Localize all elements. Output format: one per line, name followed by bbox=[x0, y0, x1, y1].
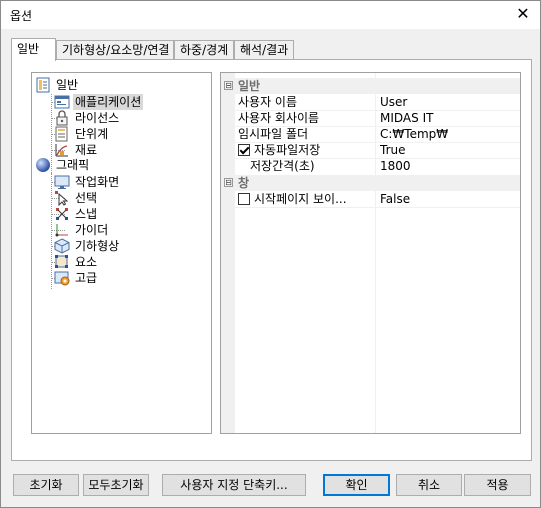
property-row-temp-folder[interactable]: 임시파일 폴더 C:₩Temp₩ bbox=[221, 126, 520, 142]
reset-button[interactable]: 초기화 bbox=[13, 474, 79, 496]
tree-item-general[interactable]: 일반 bbox=[35, 77, 80, 93]
property-row-autosave[interactable]: 자동파일저장 True bbox=[221, 142, 520, 158]
property-row-save-interval[interactable]: 저장간격(초) 1800 bbox=[221, 158, 520, 174]
property-value[interactable]: False bbox=[380, 191, 410, 207]
property-name: 임시파일 폴더 bbox=[238, 127, 309, 141]
tree-item-advanced[interactable]: 고급 bbox=[54, 270, 99, 286]
tree-item-application[interactable]: 애플리케이션 bbox=[54, 94, 144, 110]
property-name: 자동파일저장 bbox=[254, 143, 321, 157]
tree-item-geometry[interactable]: 기하형상 bbox=[54, 238, 121, 254]
tree-item-element[interactable]: 요소 bbox=[54, 254, 99, 270]
ok-button[interactable]: 확인 bbox=[323, 474, 390, 496]
options-dialog: 옵션 ✕ 일반 기하형상/요소망/연결 하중/경계 해석/결과 일반 애플리케이… bbox=[0, 0, 541, 508]
snap-icon bbox=[54, 206, 70, 222]
material-icon bbox=[54, 142, 70, 158]
element-icon bbox=[54, 254, 70, 270]
tree-item-guide[interactable]: 가이더 bbox=[54, 222, 110, 238]
tab-geometry-mesh-connection[interactable]: 기하형상/요소망/연결 bbox=[56, 40, 174, 60]
guide-icon bbox=[54, 222, 70, 238]
application-icon bbox=[54, 94, 70, 110]
close-button[interactable]: ✕ bbox=[506, 1, 540, 29]
cube-icon bbox=[54, 238, 70, 254]
lock-icon bbox=[54, 110, 70, 126]
property-name: 시작페이지 보이... bbox=[254, 192, 347, 206]
tree-item-material[interactable]: 재료 bbox=[54, 142, 99, 158]
tab-panel-general: 일반 애플리케이션 라이선스 단위계 재료 그래픽 작업화면 선택 스냅 가이더… bbox=[11, 59, 532, 461]
apply-button[interactable]: 적용 bbox=[464, 474, 531, 496]
property-name: 저장간격(초) bbox=[250, 159, 315, 173]
cursor-icon bbox=[54, 190, 70, 207]
tab-analysis-result[interactable]: 해석/결과 bbox=[234, 40, 294, 60]
document-icon bbox=[35, 77, 51, 93]
tree-item-snap[interactable]: 스냅 bbox=[54, 206, 99, 222]
title-bar: 옵션 ✕ bbox=[1, 1, 540, 29]
property-row-user-name[interactable]: 사용자 이름 User bbox=[221, 94, 520, 110]
property-value[interactable]: True bbox=[380, 142, 406, 158]
property-value[interactable]: User bbox=[380, 94, 407, 110]
property-value[interactable]: MIDAS IT bbox=[380, 110, 433, 126]
collapse-icon[interactable]: ⊟ bbox=[224, 178, 233, 187]
advanced-icon bbox=[54, 270, 70, 286]
tree-item-workspace[interactable]: 작업화면 bbox=[54, 174, 121, 190]
cancel-button[interactable]: 취소 bbox=[396, 474, 462, 496]
sphere-icon bbox=[35, 157, 51, 173]
property-value[interactable]: 1800 bbox=[380, 158, 411, 174]
property-grid[interactable]: ⊟ 일반 사용자 이름 User 사용자 회사이름 MIDAS IT 임시파일 … bbox=[220, 72, 521, 434]
property-name: 사용자 이름 bbox=[238, 95, 298, 109]
tree-item-units[interactable]: 단위계 bbox=[54, 126, 110, 142]
monitor-icon bbox=[54, 174, 70, 190]
property-row-show-start-page[interactable]: 시작페이지 보이... False bbox=[221, 191, 520, 207]
custom-shortcuts-button[interactable]: 사용자 지정 단축키... bbox=[162, 474, 306, 496]
close-icon: ✕ bbox=[516, 4, 530, 23]
tree-item-graphics[interactable]: 그래픽 bbox=[35, 157, 91, 173]
tree-item-license[interactable]: 라이선스 bbox=[54, 110, 121, 126]
show-start-page-checkbox[interactable] bbox=[238, 193, 250, 205]
collapse-icon[interactable]: ⊟ bbox=[224, 81, 233, 90]
units-icon bbox=[54, 126, 70, 142]
tab-load-boundary[interactable]: 하중/경계 bbox=[174, 40, 234, 60]
window-title: 옵션 bbox=[10, 9, 33, 23]
property-value[interactable]: C:₩Temp₩ bbox=[380, 126, 448, 142]
autosave-checkbox[interactable] bbox=[238, 144, 250, 156]
tree-item-selection[interactable]: 선택 bbox=[54, 190, 99, 207]
tab-general[interactable]: 일반 bbox=[11, 38, 56, 61]
category-window[interactable]: ⊟ 창 bbox=[221, 175, 520, 191]
property-name: 사용자 회사이름 bbox=[238, 111, 320, 125]
category-tree[interactable]: 일반 애플리케이션 라이선스 단위계 재료 그래픽 작업화면 선택 스냅 가이더… bbox=[31, 72, 212, 434]
reset-all-button[interactable]: 모두초기화 bbox=[83, 474, 149, 496]
property-row-company-name[interactable]: 사용자 회사이름 MIDAS IT bbox=[221, 110, 520, 126]
category-general[interactable]: ⊟ 일반 bbox=[221, 78, 520, 94]
